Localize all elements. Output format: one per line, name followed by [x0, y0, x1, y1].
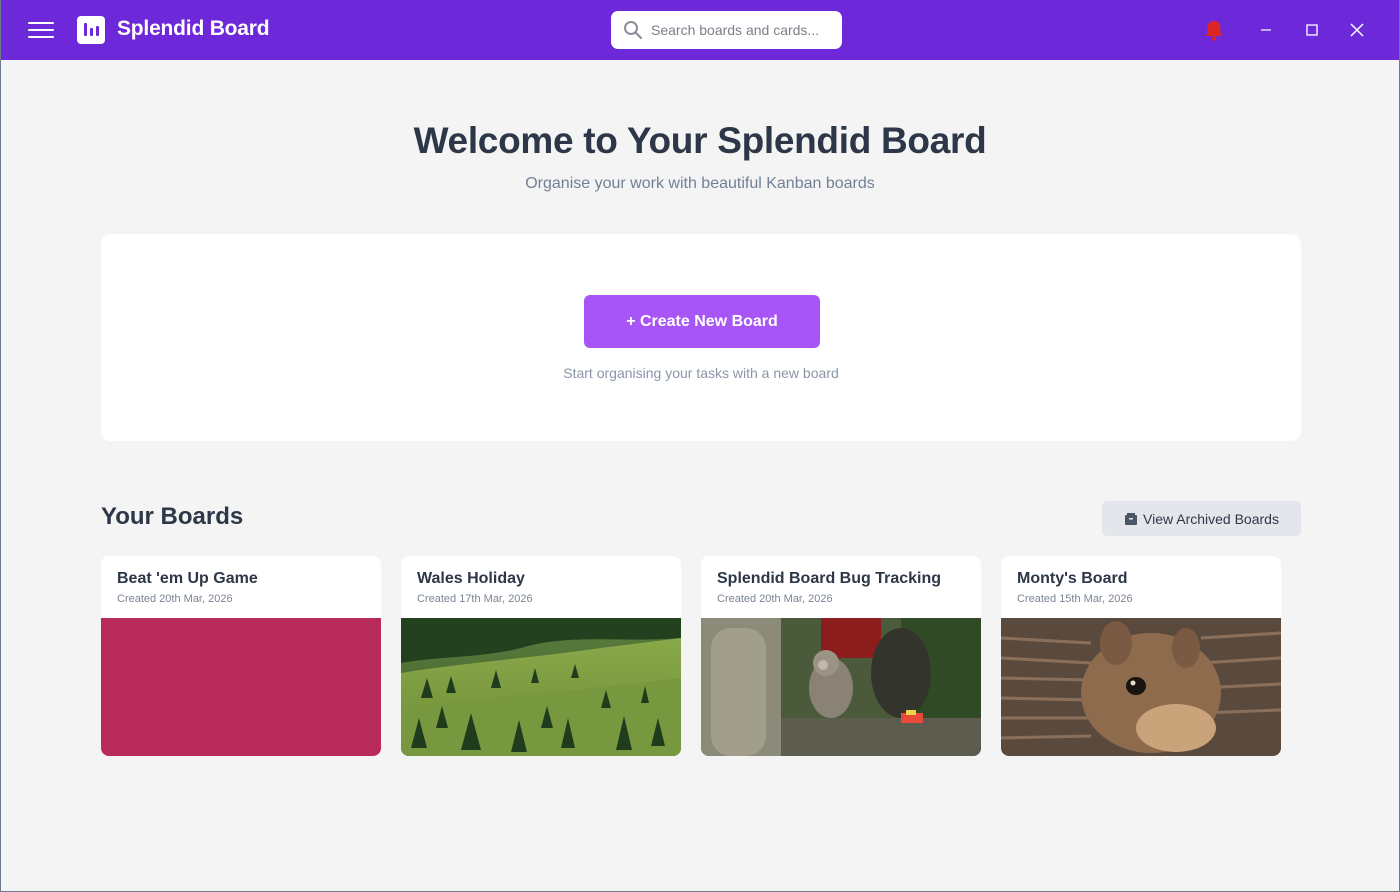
view-archived-boards-label: View Archived Boards [1143, 510, 1279, 527]
create-board-hint: Start organising your tasks with a new b… [563, 365, 839, 381]
board-thumbnail [1001, 618, 1281, 756]
your-boards-heading: Your Boards [101, 503, 244, 530]
view-archived-boards-button[interactable]: View Archived Boards [1102, 501, 1301, 536]
board-name: Monty's Board [1017, 570, 1128, 587]
page-title: Welcome to Your Splendid Board [413, 120, 987, 161]
search-input[interactable] [651, 19, 836, 41]
app-title: Splendid Board [117, 17, 270, 40]
board-card[interactable]: Monty's Board Created 15th Mar, 2026 [1001, 556, 1281, 756]
board-thumbnail [101, 618, 381, 756]
create-new-board-button[interactable]: + Create New Board [584, 295, 820, 348]
minimize-button[interactable] [1251, 15, 1281, 45]
bell-icon[interactable] [1204, 20, 1224, 42]
board-name: Wales Holiday [417, 570, 525, 587]
board-card[interactable]: Wales Holiday Created 17th Mar, 2026 [401, 556, 681, 756]
maximize-button[interactable] [1297, 15, 1327, 45]
board-thumbnail [401, 618, 681, 756]
board-name: Beat 'em Up Game [117, 570, 258, 587]
title-bar: Splendid Board [1, 0, 1399, 60]
close-icon [1350, 23, 1364, 37]
board-card[interactable]: Beat 'em Up Game Created 20th Mar, 2026 [101, 556, 381, 756]
search-box[interactable] [611, 11, 842, 49]
hamburger-menu-icon[interactable] [28, 22, 54, 38]
create-board-panel: + Create New Board Start organising your… [101, 234, 1301, 441]
board-created-date: Created 17th Mar, 2026 [417, 593, 533, 605]
board-name: Splendid Board Bug Tracking [717, 570, 942, 587]
bar-chart-icon [77, 16, 105, 44]
board-created-date: Created 15th Mar, 2026 [1017, 593, 1133, 605]
file-cabinet-icon [1125, 512, 1138, 525]
minimize-icon [1261, 29, 1271, 31]
board-created-date: Created 20th Mar, 2026 [717, 593, 833, 605]
board-thumbnail [701, 618, 981, 756]
page-subtitle: Organise your work with beautiful Kanban… [525, 175, 875, 192]
board-card[interactable]: Splendid Board Bug Tracking Created 20th… [701, 556, 981, 756]
maximize-icon [1306, 24, 1318, 36]
close-button[interactable] [1342, 15, 1372, 45]
search-icon [624, 21, 643, 40]
board-created-date: Created 20th Mar, 2026 [117, 593, 233, 605]
